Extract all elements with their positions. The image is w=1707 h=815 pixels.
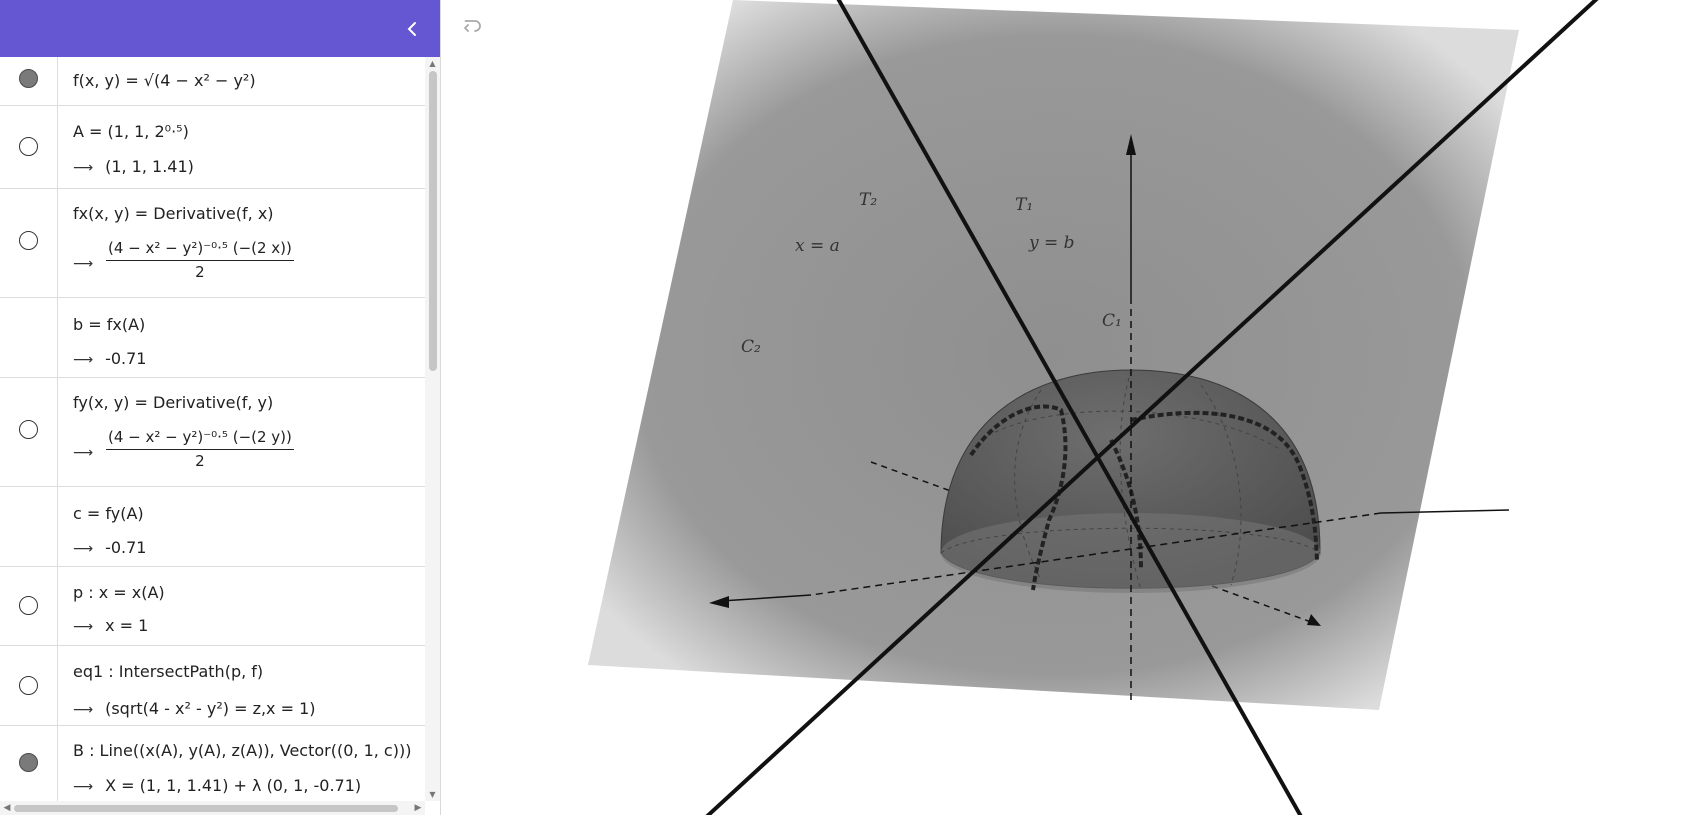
marble-cell [0,567,58,645]
definition-f[interactable]: f(x, y) = √(4 − x² − y²) [73,71,256,90]
visibility-toggle-f[interactable] [19,69,38,88]
result-arrow: ⟶ [73,779,94,795]
fraction-numerator: (4 − x² − y²)⁻⁰·⁵ (−(2 x)) [106,239,294,261]
algebra-row-c[interactable]: c = fy(A) ⟶ -0.71 [0,487,425,567]
result-arrow: ⟶ [73,352,94,368]
label-t2: T₂ [859,190,877,210]
definition-eq1[interactable]: eq1 : IntersectPath(p, f) [73,662,263,681]
value-b-text: -0.71 [105,349,147,368]
algebra-row-A[interactable]: A = (1, 1, 2⁰·⁵) ⟶ (1, 1, 1.41) [0,106,425,189]
value-c-text: -0.71 [105,538,147,557]
visibility-toggle-fy[interactable] [19,420,38,439]
marble-cell [0,646,58,725]
result-arrow: ⟶ [73,702,94,718]
label-y-eq-b: y = b [1028,233,1075,253]
value-fx-arrow: ⟶ [73,253,105,272]
definition-A[interactable]: A = (1, 1, 2⁰·⁵) [73,122,189,141]
fraction-denominator: 2 [195,452,205,470]
scroll-up-icon[interactable]: ▲ [428,59,437,68]
result-arrow: ⟶ [73,256,94,272]
definition-fx[interactable]: fx(x, y) = Derivative(f, x) [73,204,274,223]
definition-c[interactable]: c = fy(A) [73,504,144,523]
fraction-denominator: 2 [195,263,205,281]
algebra-row-p[interactable]: p : x = x(A) ⟶ x = 1 [0,567,425,646]
marble-cell [0,298,58,377]
vertical-scrollbar[interactable]: ▲ ▼ [425,57,440,801]
undo-button[interactable] [461,16,485,40]
result-arrow: ⟶ [73,445,94,461]
visibility-toggle-B[interactable] [19,753,38,772]
value-fy-arrow: ⟶ [73,442,105,461]
visibility-toggle-p[interactable] [19,596,38,615]
algebra-header [0,0,440,57]
algebra-row-b[interactable]: b = fx(A) ⟶ -0.71 [0,298,425,378]
algebra-row-fx[interactable]: fx(x, y) = Derivative(f, x) ⟶ (4 − x² − … [0,189,425,298]
value-fx-fraction: (4 − x² − y²)⁻⁰·⁵ (−(2 x)) 2 [106,239,294,281]
value-B-text: X = (1, 1, 1.41) + λ (0, 1, -0.71) [105,776,362,795]
value-c: ⟶ -0.71 [73,538,146,557]
graphics-3d-view[interactable]: T₂ T₁ x = a y = b C₁ C₂ [441,0,1707,815]
marble-cell [0,726,58,801]
definition-p[interactable]: p : x = x(A) [73,583,165,602]
marble-cell [0,106,58,188]
label-c1: C₁ [1102,311,1122,331]
vertical-scroll-thumb[interactable] [429,71,437,371]
definition-fy[interactable]: fy(x, y) = Derivative(f, y) [73,393,273,412]
value-A: ⟶ (1, 1, 1.41) [73,157,194,176]
label-x-eq-a: x = a [795,236,840,256]
definition-B[interactable]: B : Line((x(A), y(A), z(A)), Vector((0, … [73,741,411,760]
fraction-numerator: (4 − x² − y²)⁻⁰·⁵ (−(2 y)) [106,428,294,450]
3d-scene[interactable]: T₂ T₁ x = a y = b C₁ C₂ [441,0,1707,815]
value-A-text: (1, 1, 1.41) [105,157,194,176]
marble-cell [0,487,58,566]
algebra-row-B[interactable]: B : Line((x(A), y(A), z(A)), Vector((0, … [0,726,425,801]
result-arrow: ⟶ [73,541,94,557]
value-B: ⟶ X = (1, 1, 1.41) + λ (0, 1, -0.71) [73,776,361,795]
algebra-rows: f(x, y) = √(4 − x² − y²) A = (1, 1, 2⁰·⁵… [0,57,425,801]
value-eq1: ⟶ (sqrt(4 - x² - y²) = z,x = 1) [73,699,316,718]
collapse-algebra-button[interactable] [400,16,426,42]
algebra-row-fy[interactable]: fy(x, y) = Derivative(f, y) ⟶ (4 − x² − … [0,378,425,487]
scroll-left-icon[interactable]: ◀ [2,803,12,813]
algebra-row-f[interactable]: f(x, y) = √(4 − x² − y²) [0,57,425,106]
result-arrow: ⟶ [73,160,94,176]
horizontal-scroll-thumb[interactable] [14,805,398,812]
chevron-left-icon [407,22,416,36]
value-b: ⟶ -0.71 [73,349,146,368]
algebra-row-eq1[interactable]: eq1 : IntersectPath(p, f) ⟶ (sqrt(4 - x² … [0,646,425,726]
scroll-right-icon[interactable]: ▶ [413,803,423,813]
algebra-view: f(x, y) = √(4 − x² − y²) A = (1, 1, 2⁰·⁵… [0,0,441,815]
marble-cell [0,189,58,297]
marble-cell [0,378,58,486]
definition-b[interactable]: b = fx(A) [73,315,145,334]
value-p: ⟶ x = 1 [73,616,148,635]
value-eq1-text: (sqrt(4 - x² - y²) = z,x = 1) [105,699,316,718]
marble-cell [0,57,58,105]
undo-icon [464,20,481,32]
visibility-toggle-A[interactable] [19,137,38,156]
visibility-toggle-fx[interactable] [19,231,38,250]
value-fy-fraction: (4 − x² − y²)⁻⁰·⁵ (−(2 y)) 2 [106,428,294,470]
visibility-toggle-eq1[interactable] [19,676,38,695]
label-c2: C₂ [741,337,761,357]
result-arrow: ⟶ [73,619,94,635]
value-p-text: x = 1 [105,616,149,635]
label-t1: T₁ [1015,195,1033,215]
scroll-down-icon[interactable]: ▼ [428,790,437,799]
horizontal-scrollbar[interactable]: ◀ ▶ [0,801,425,815]
